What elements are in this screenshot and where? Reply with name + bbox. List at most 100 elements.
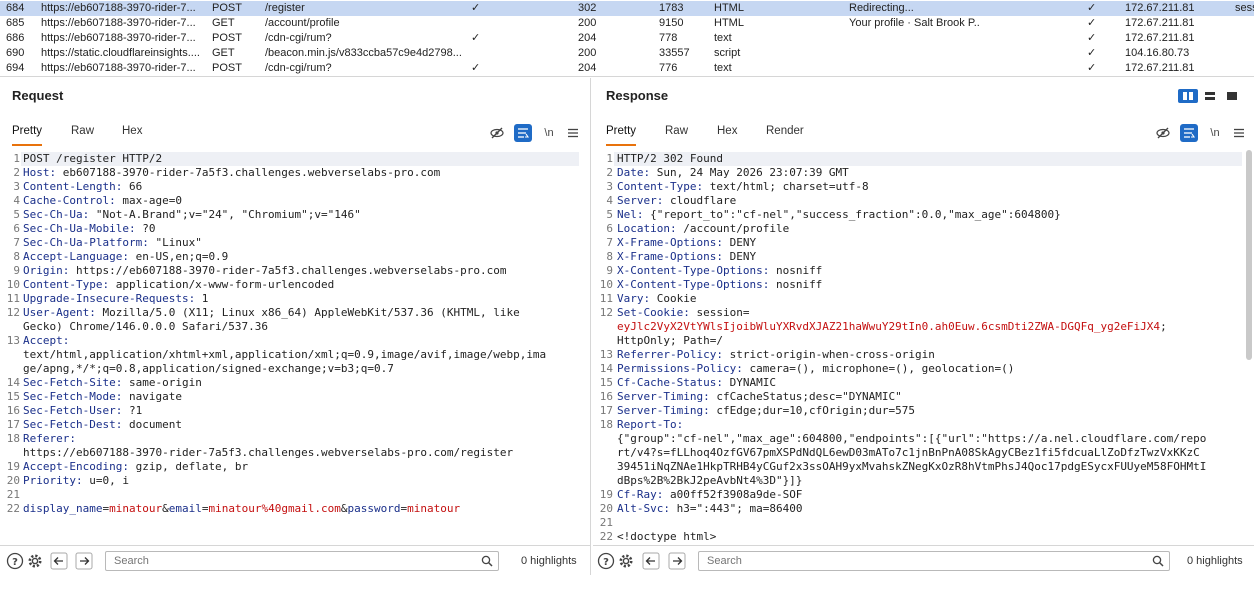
hamburger-icon[interactable] bbox=[564, 124, 582, 142]
header-value: 1 bbox=[195, 292, 209, 305]
header-value: DENY bbox=[722, 250, 757, 263]
request-search-input[interactable] bbox=[106, 552, 498, 570]
arrow-left-icon[interactable] bbox=[50, 552, 68, 570]
row-url: /cdn-cgi/rum? bbox=[265, 62, 332, 74]
line-number: 8 bbox=[606, 250, 613, 263]
line-number: 4 bbox=[606, 194, 613, 207]
line-text: Sec-Fetch-Mode: navigate bbox=[23, 390, 182, 404]
table-row[interactable]: 694 https://eb607188-3970-rider-7... POST /… bbox=[0, 61, 1254, 76]
help-icon[interactable]: ? bbox=[6, 552, 24, 570]
line-number: 11 bbox=[599, 292, 613, 305]
row-number: 686 bbox=[6, 32, 25, 44]
row-url: /account/profile bbox=[265, 17, 340, 29]
row-tls-check: ✓ bbox=[1087, 2, 1097, 14]
response-search-input[interactable] bbox=[699, 552, 1169, 570]
header-name: Content-Type: bbox=[23, 278, 110, 291]
cookie-value: eyJlc2VyX2VtYWlsIjoibWluYXRvdXJAZ21haWwu… bbox=[617, 320, 1161, 333]
eye-slash-icon[interactable] bbox=[488, 124, 506, 142]
response-tab-pretty[interactable]: Pretty bbox=[606, 125, 637, 146]
response-editor[interactable]: 1 HTTP/2 302 Found 2 Date: Sun, 24 May 2026… bbox=[593, 150, 1254, 608]
header-value: HttpOnly; Path=/ bbox=[617, 334, 723, 347]
row-url: /beacon.min.js/v833ccba57c9e4d2798... bbox=[265, 47, 462, 59]
response-highlights-count: 0 highlights bbox=[1187, 555, 1243, 567]
header-value: eb607188-3970-rider-7a5f3.challenges.web… bbox=[56, 166, 441, 179]
header-name: Vary: bbox=[617, 292, 651, 305]
line-text: Server-Timing: cfEdge;dur=10,cfOrigin;du… bbox=[617, 404, 915, 418]
table-row[interactable]: 686 https://eb607188-3970-rider-7... POST /… bbox=[0, 31, 1254, 46]
param-separator: & bbox=[340, 502, 348, 515]
header-value: ?0 bbox=[135, 222, 156, 235]
row-host: https://static.cloudflareinsights.... bbox=[41, 47, 200, 59]
row-host: https://eb607188-3970-rider-7... bbox=[41, 62, 196, 74]
header-value: dBps%2B%2BkJ2peAvbNt4%3D"}]} bbox=[617, 474, 803, 487]
table-row[interactable]: 685 https://eb607188-3970-rider-7... GET/a… bbox=[0, 16, 1254, 31]
newline-toggle[interactable]: \n bbox=[1206, 124, 1224, 142]
line-number: 10 bbox=[6, 278, 20, 291]
gear-icon[interactable] bbox=[26, 552, 44, 570]
gear-icon[interactable] bbox=[617, 552, 635, 570]
header-name: Referrer-Policy: bbox=[617, 348, 723, 361]
header-value: {"report_to":"cf-nel","success_fraction"… bbox=[643, 208, 1061, 221]
header-value: text/html; charset=utf-8 bbox=[703, 180, 869, 193]
line-number: 22 bbox=[599, 530, 613, 543]
line-number: 9 bbox=[606, 264, 613, 277]
response-tab-raw[interactable]: Raw bbox=[665, 125, 688, 144]
line-number: 15 bbox=[6, 390, 20, 403]
header-name: Set-Cookie: bbox=[617, 306, 690, 319]
body-param-name: email bbox=[168, 502, 202, 515]
header-value: "Not-A.Brand";v="24", "Chromium";v="146" bbox=[89, 208, 361, 221]
header-value: <!doctype html> bbox=[617, 530, 717, 543]
response-scrollbar[interactable] bbox=[1246, 150, 1252, 360]
row-status: 200 bbox=[578, 47, 597, 59]
line-number: 8 bbox=[13, 250, 20, 263]
request-tab-raw[interactable]: Raw bbox=[71, 125, 94, 144]
header-name: Priority: bbox=[23, 474, 83, 487]
row-url: /cdn-cgi/rum? bbox=[265, 32, 332, 44]
arrow-right-icon[interactable] bbox=[668, 552, 686, 570]
arrow-right-icon[interactable] bbox=[75, 552, 93, 570]
request-toolbar: \n bbox=[488, 124, 584, 142]
header-name: Server: bbox=[617, 194, 664, 207]
line-text: User-Agent: Mozilla/5.0 (X11; Linux x86_… bbox=[23, 306, 520, 320]
proxy-history-table: 684 https://eb607188-3970-rider-7... POST /… bbox=[0, 0, 1254, 77]
header-value: session= bbox=[689, 306, 750, 319]
eye-slash-icon[interactable] bbox=[1154, 124, 1172, 142]
line-number: 6 bbox=[606, 222, 613, 235]
header-value: {"group":"cf-nel","max_age":604800,"endp… bbox=[617, 432, 1207, 445]
response-title: Response bbox=[606, 88, 669, 103]
arrow-left-icon[interactable] bbox=[642, 552, 660, 570]
request-title: Request bbox=[12, 88, 64, 103]
hamburger-icon[interactable] bbox=[1230, 124, 1248, 142]
request-editor[interactable]: 1 POST /register HTTP/2 2 Host: eb607188-39… bbox=[0, 150, 590, 608]
line-text: Content-Type: text/html; charset=utf-8 bbox=[617, 180, 869, 194]
help-icon[interactable]: ? bbox=[597, 552, 615, 570]
table-row[interactable]: 684 https://eb607188-3970-rider-7... POST /… bbox=[0, 1, 1254, 16]
newline-toggle[interactable]: \n bbox=[540, 124, 558, 142]
line-number: 5 bbox=[13, 208, 20, 221]
request-tab-pretty[interactable]: Pretty bbox=[12, 125, 43, 146]
row-host: https://eb607188-3970-rider-7... bbox=[41, 2, 196, 14]
view-side-by-side-icon[interactable] bbox=[1178, 89, 1198, 103]
row-cookies: sess bbox=[1235, 2, 1254, 14]
line-number: 7 bbox=[13, 236, 20, 249]
header-name: X-Frame-Options: bbox=[617, 236, 723, 249]
line-number: 14 bbox=[6, 376, 20, 389]
request-pane: Request Pretty Raw Hex \n 1 POST /registe… bbox=[0, 78, 591, 575]
table-row[interactable]: 690 https://static.cloudflareinsights....… bbox=[0, 46, 1254, 61]
pretty-print-icon[interactable] bbox=[514, 124, 532, 142]
header-value: document bbox=[122, 418, 182, 431]
header-name: Nel: bbox=[617, 208, 644, 221]
line-text: Content-Length: 66 bbox=[23, 180, 142, 194]
view-single-icon[interactable] bbox=[1222, 89, 1242, 103]
response-tab-render[interactable]: Render bbox=[766, 125, 804, 144]
pretty-print-icon[interactable] bbox=[1180, 124, 1198, 142]
response-tab-hex[interactable]: Hex bbox=[717, 125, 737, 144]
row-length: 9150 bbox=[659, 17, 684, 29]
body-param-value: minatour bbox=[109, 502, 163, 515]
line-number: 19 bbox=[6, 460, 20, 473]
request-tab-hex[interactable]: Hex bbox=[122, 125, 142, 144]
view-stacked-icon[interactable] bbox=[1200, 89, 1220, 103]
line-text: Server-Timing: cfCacheStatus;desc="DYNAM… bbox=[617, 390, 902, 404]
row-mime: HTML bbox=[714, 17, 744, 29]
line-number: 16 bbox=[6, 404, 20, 417]
